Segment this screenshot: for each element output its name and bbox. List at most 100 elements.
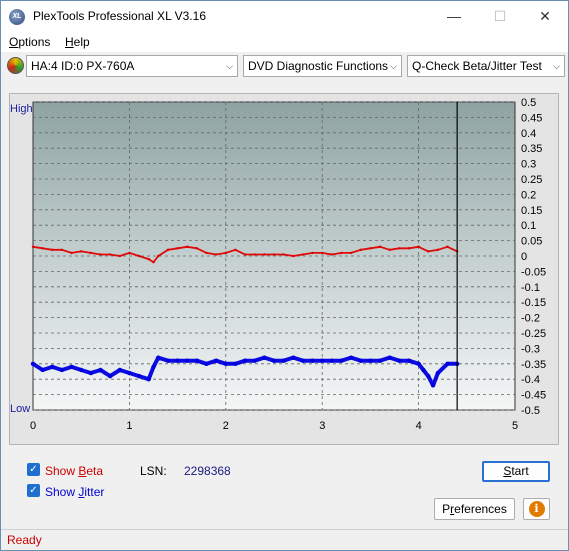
jitter-point (50, 364, 55, 370)
y-tick-label: -0.1 (521, 282, 540, 294)
beta-point (118, 254, 121, 258)
y-tick-label: 0 (521, 251, 527, 263)
beta-point (205, 251, 208, 255)
beta-point (51, 248, 54, 252)
show-jitter-label[interactable]: Show Jitter (45, 485, 104, 499)
toolbar: HA:4 ID:0 PX-760A ⌵ DVD Diagnostic Funct… (1, 53, 568, 79)
y-tick-label: 0.25 (521, 174, 542, 186)
show-beta-checkbox[interactable]: ✓ (27, 463, 40, 476)
jitter-point (387, 355, 392, 360)
jitter-point (348, 355, 354, 360)
beta-point (417, 245, 420, 248)
beta-point (147, 257, 150, 261)
jitter-point (281, 358, 286, 363)
menu-help[interactable]: Help (65, 35, 90, 49)
menu-help-accel: H (65, 35, 74, 49)
show-jitter-checkbox[interactable]: ✓ (27, 484, 40, 497)
jitter-point (156, 355, 161, 360)
y-tick-label: -0.35 (521, 359, 546, 371)
jitter-point (421, 367, 426, 373)
function-select[interactable]: DVD Diagnostic Functions ⌵ (243, 55, 402, 77)
jitter-point (30, 361, 36, 366)
beta-point (407, 247, 411, 250)
beta-point (398, 247, 401, 250)
jitter-point (107, 373, 113, 379)
jitter-point (151, 364, 156, 370)
beta-point (108, 253, 112, 256)
y-tick-label: 0.3 (521, 159, 536, 171)
beta-point (31, 245, 35, 248)
jitter-point (329, 358, 335, 363)
beta-point (166, 248, 170, 252)
drive-select-value: HA:4 ID:0 PX-760A (31, 59, 135, 73)
beta-point (388, 248, 391, 252)
menu-options-accel: O (9, 35, 19, 49)
y-tick-label: 0.4 (521, 128, 536, 140)
beta-point (70, 251, 73, 255)
y-tick-label: 0.05 (521, 236, 542, 248)
start-rest: tart (511, 464, 529, 478)
beta-point (436, 248, 440, 252)
x-tick-label: 3 (319, 420, 325, 432)
beta-point (321, 251, 324, 255)
show-jitter-prefix: Show (45, 485, 79, 499)
jitter-point (430, 383, 436, 388)
preferences-prefix: P (442, 502, 451, 516)
jitter-point (79, 367, 84, 373)
y-tick-label: 0.1 (521, 220, 536, 232)
jitter-point (175, 358, 180, 363)
jitter-point (233, 361, 238, 366)
jitter-point (117, 367, 122, 373)
axis-high-label: High (10, 103, 33, 115)
y-tick-label: 0.15 (521, 205, 542, 217)
y-tick-label: 0.5 (521, 97, 536, 109)
y-tick-label: 0.45 (521, 112, 542, 124)
window-title: PlexTools Professional XL V3.16 (33, 9, 206, 23)
preferences-button[interactable]: Preferences (434, 498, 515, 520)
jitter-point (88, 370, 94, 376)
jitter-point (136, 373, 142, 379)
jitter-point (252, 358, 257, 363)
show-beta-rest: eta (86, 464, 104, 478)
jitter-point (262, 355, 267, 360)
x-tick-label: 1 (126, 420, 132, 432)
app-logo-icon: XL (9, 9, 25, 25)
beta-point (186, 245, 189, 248)
beta-point (272, 253, 276, 256)
chevron-down-icon: ⌵ (226, 61, 233, 71)
jitter-point (358, 358, 363, 363)
jitter-point (146, 377, 151, 382)
beta-point (340, 251, 343, 255)
beta-point (89, 251, 93, 255)
y-tick-label: -0.3 (521, 343, 540, 355)
info-button[interactable]: i (523, 498, 550, 520)
function-select-value: DVD Diagnostic Functions (248, 59, 389, 73)
beta-point (292, 254, 295, 258)
close-button[interactable]: ✕ (522, 1, 568, 32)
y-tick-label: -0.05 (521, 266, 546, 278)
jitter-point (204, 361, 209, 366)
jitter-point (185, 358, 190, 363)
jitter-point (213, 358, 219, 363)
options-panel: ✓ Show Beta ✓ Show Jitter LSN: 2298368 S… (9, 453, 559, 525)
jitter-point (435, 370, 441, 376)
jitter-point (98, 367, 103, 373)
jitter-point (165, 358, 171, 363)
y-tick-label: -0.4 (521, 374, 540, 386)
disc-icon (7, 57, 24, 74)
beta-point (224, 251, 227, 255)
test-select[interactable]: Q-Check Beta/Jitter Test ⌵ (407, 55, 565, 77)
y-tick-label: -0.25 (521, 328, 546, 340)
title-bar[interactable]: XL PlexTools Professional XL V3.16 — ☐ ✕ (1, 1, 568, 32)
show-beta-label[interactable]: Show Beta (45, 464, 103, 478)
menu-options[interactable]: Options (9, 35, 50, 49)
drive-select[interactable]: HA:4 ID:0 PX-760A ⌵ (26, 55, 238, 77)
start-button[interactable]: Start (482, 461, 550, 482)
x-tick-label: 4 (416, 420, 422, 432)
jitter-point (320, 358, 325, 363)
maximize-button[interactable]: ☐ (477, 1, 523, 32)
jitter-point (339, 358, 344, 363)
jitter-point (291, 355, 296, 360)
beta-point (311, 251, 314, 255)
minimize-button[interactable]: — (431, 1, 477, 32)
